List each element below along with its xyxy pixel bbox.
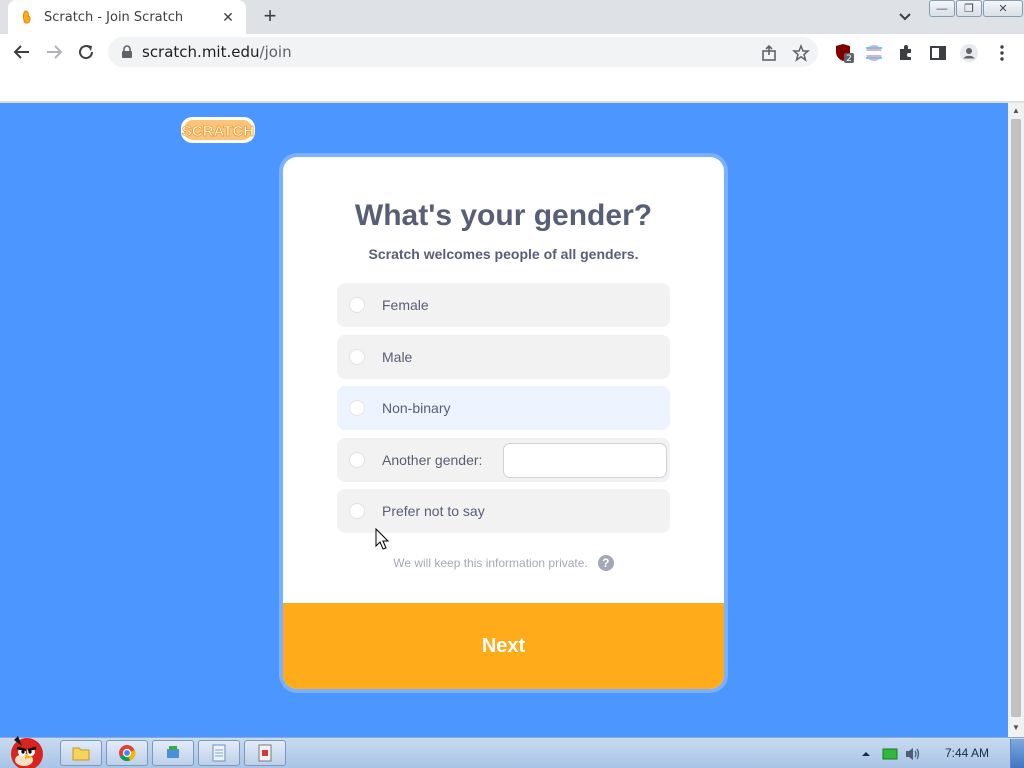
reload-button[interactable]	[74, 40, 98, 64]
windows-taskbar: 7:44 AM	[0, 736, 1024, 768]
network-app-icon	[167, 746, 179, 758]
gender-option-prefer-not-to-say[interactable]: Prefer not to say	[337, 489, 670, 533]
page-title: What's your gender?	[354, 199, 653, 232]
scratch-join-page: SCRATCH What's your gender? Scratch welc…	[0, 103, 1008, 737]
tray-expand-arrow-icon[interactable]	[860, 748, 872, 760]
gender-option-male[interactable]: Male	[337, 335, 670, 379]
taskbar-network-app[interactable]	[152, 740, 194, 766]
gender-option-female[interactable]: Female	[337, 283, 670, 327]
radio-button[interactable]	[349, 349, 365, 365]
option-label: Non-binary	[382, 400, 451, 416]
tab-scratch-join[interactable]: Scratch - Join Scratch ✕	[8, 0, 246, 34]
menu-kebab-icon[interactable]	[992, 43, 1012, 63]
ublock-extension-icon[interactable]: 2	[834, 43, 854, 64]
option-label: Prefer not to say	[382, 503, 485, 519]
logo-text: SCRATCH	[182, 123, 254, 140]
privacy-note-row: We will keep this information private. ?	[283, 555, 724, 571]
page-scrollbar[interactable]: ▲ ▼	[1008, 103, 1024, 737]
taskbar-clock[interactable]: 7:44 AM	[945, 746, 989, 760]
notepad-icon	[212, 744, 226, 762]
volume-icon[interactable]	[904, 746, 922, 762]
url-path: /join	[259, 43, 292, 61]
reload-icon	[79, 45, 94, 60]
page-subtitle: Scratch welcomes people of all genders.	[368, 246, 639, 262]
start-button-angry-bird-icon[interactable]	[2, 730, 52, 768]
mouse-cursor-icon	[375, 528, 390, 550]
radio-button[interactable]	[349, 503, 365, 519]
tab-close-icon[interactable]: ✕	[220, 9, 236, 26]
chrome-icon	[119, 745, 136, 762]
option-label: Male	[382, 349, 413, 365]
scratch-logo[interactable]: SCRATCH	[180, 115, 256, 145]
tab-strip: Scratch - Join Scratch ✕ + — ❐ ✕	[0, 0, 1024, 34]
window-controls: — ❐ ✕	[928, 0, 1023, 18]
scroll-up-arrow-icon[interactable]: ▲	[1012, 106, 1020, 115]
taskbar-app[interactable]	[244, 740, 286, 766]
lock-icon[interactable]	[120, 45, 134, 59]
gender-option-another[interactable]: Another gender:	[337, 438, 670, 482]
extension-badge-count: 2	[846, 54, 852, 63]
extensions-puzzle-icon[interactable]	[896, 43, 916, 63]
url-text: scratch.mit.edu/join	[142, 43, 292, 61]
privacy-note: We will keep this information private.	[393, 556, 588, 570]
profile-avatar-icon[interactable]	[959, 43, 979, 63]
radio-button[interactable]	[349, 297, 365, 313]
system-tray	[860, 738, 922, 768]
help-question-icon[interactable]: ?	[597, 555, 614, 571]
tab-title: Scratch - Join Scratch	[44, 9, 184, 25]
forward-button[interactable]	[42, 40, 66, 64]
taskbar-notepad[interactable]	[198, 740, 240, 766]
taskbar-explorer[interactable]	[60, 740, 102, 766]
forward-arrow-icon	[47, 45, 63, 59]
new-tab-button[interactable]: +	[258, 5, 282, 29]
join-modal-card: What's your gender? Scratch welcomes peo…	[283, 157, 724, 689]
url-host: scratch.mit.edu	[142, 43, 260, 61]
scratch-favicon-icon	[22, 10, 31, 24]
app-window-icon	[258, 744, 272, 762]
minimize-button[interactable]: —	[929, 0, 955, 17]
show-desktop-button[interactable]	[1010, 739, 1024, 768]
scrollbar-thumb[interactable]	[1011, 119, 1021, 717]
taskbar-chrome[interactable]	[106, 740, 148, 766]
radio-button[interactable]	[349, 400, 365, 416]
radio-button[interactable]	[349, 452, 365, 468]
bookmarks-bar	[0, 70, 1024, 102]
option-label: Female	[382, 297, 429, 313]
tab-search-chevron-icon[interactable]	[896, 8, 914, 26]
close-window-button[interactable]: ✕	[983, 0, 1023, 17]
restore-button[interactable]: ❐	[956, 0, 982, 17]
share-icon[interactable]	[760, 44, 778, 62]
address-bar[interactable]: scratch.mit.edu/join	[108, 37, 818, 67]
scroll-down-arrow-icon[interactable]: ▼	[1012, 723, 1020, 732]
gender-option-non-binary[interactable]: Non-binary	[337, 386, 670, 430]
next-button-label: Next	[481, 634, 526, 657]
extension-circle-icon[interactable]	[864, 43, 884, 63]
folder-icon	[72, 747, 90, 761]
side-panel-icon[interactable]	[928, 43, 948, 63]
bookmark-star-icon[interactable]	[792, 44, 810, 62]
back-button[interactable]	[10, 40, 34, 64]
back-arrow-icon	[13, 45, 29, 59]
network-status-icon[interactable]	[882, 747, 898, 761]
another-gender-input[interactable]	[503, 443, 667, 478]
next-button[interactable]: Next	[283, 603, 724, 689]
option-label: Another gender:	[382, 452, 483, 468]
